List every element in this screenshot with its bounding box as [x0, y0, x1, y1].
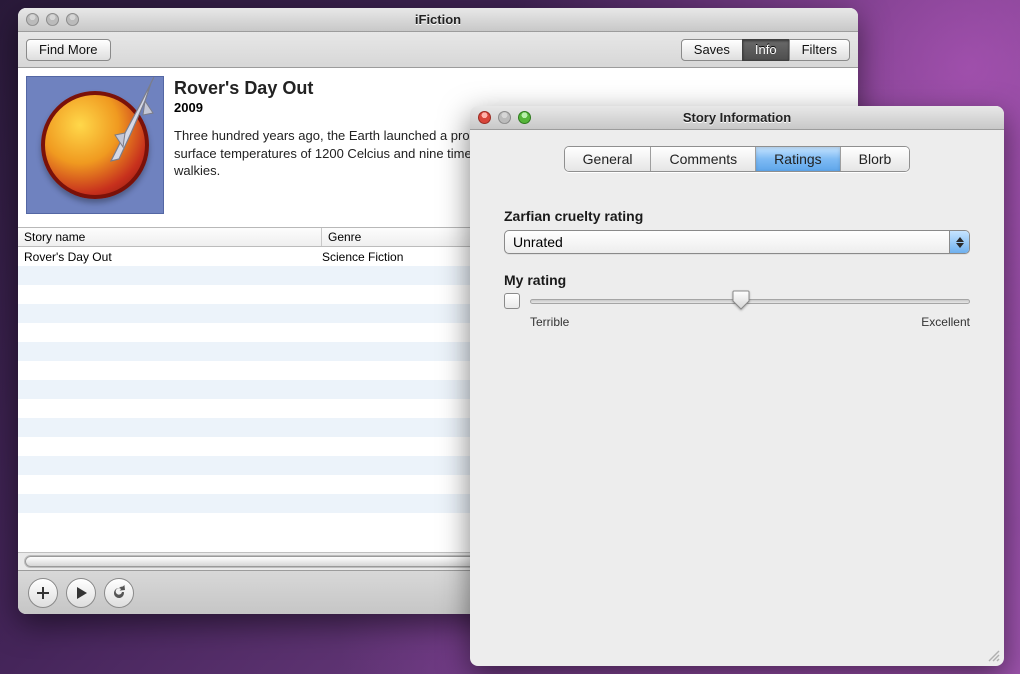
column-header-name[interactable]: Story name	[18, 228, 322, 246]
refresh-icon	[111, 585, 127, 601]
play-button[interactable]	[66, 578, 96, 608]
story-title: Rover's Day Out	[174, 78, 840, 99]
main-toolbar: Find More Saves Info Filters	[18, 32, 858, 68]
minimize-icon[interactable]	[498, 111, 511, 124]
play-icon	[74, 586, 88, 600]
dialog-body: Zarfian cruelty rating Unrated My rating	[470, 172, 1004, 365]
dropdown-arrows-icon	[949, 231, 969, 253]
refresh-button[interactable]	[104, 578, 134, 608]
zoom-icon[interactable]	[518, 111, 531, 124]
my-rating-slider[interactable]	[530, 291, 970, 311]
tab-general[interactable]: General	[565, 147, 652, 171]
add-button[interactable]	[28, 578, 58, 608]
story-info-dialog: Story Information General Comments Ratin…	[470, 106, 1004, 666]
plus-icon	[35, 585, 51, 601]
my-rating-label: My rating	[504, 272, 970, 288]
slider-max-label: Excellent	[921, 315, 970, 329]
close-icon[interactable]	[478, 111, 491, 124]
resize-grip-icon[interactable]	[986, 648, 1000, 662]
cell-story-name: Rover's Day Out	[24, 250, 322, 264]
dialog-titlebar[interactable]: Story Information	[470, 106, 1004, 130]
dialog-traffic-lights	[478, 111, 531, 124]
segment-saves[interactable]: Saves	[681, 39, 743, 61]
minimize-icon[interactable]	[46, 13, 59, 26]
segment-info[interactable]: Info	[742, 39, 790, 61]
slider-thumb[interactable]	[732, 290, 750, 310]
dialog-tabs: General Comments Ratings Blorb	[470, 130, 1004, 172]
zarfian-dropdown[interactable]: Unrated	[504, 230, 970, 254]
tab-ratings[interactable]: Ratings	[756, 147, 840, 171]
story-cover-art	[26, 76, 164, 214]
close-icon[interactable]	[26, 13, 39, 26]
rocket-icon	[101, 76, 161, 173]
slider-min-label: Terrible	[530, 315, 569, 329]
main-titlebar[interactable]: iFiction	[18, 8, 858, 32]
dialog-title: Story Information	[470, 110, 1004, 125]
my-rating-checkbox[interactable]	[504, 293, 520, 309]
tab-blorb[interactable]: Blorb	[841, 147, 910, 171]
view-segment-control: Saves Info Filters	[681, 39, 850, 61]
zarfian-label: Zarfian cruelty rating	[504, 208, 970, 224]
segment-filters[interactable]: Filters	[789, 39, 850, 61]
find-more-button[interactable]: Find More	[26, 39, 111, 61]
traffic-lights	[26, 13, 79, 26]
main-window-title: iFiction	[18, 12, 858, 27]
tab-comments[interactable]: Comments	[651, 147, 756, 171]
zarfian-value: Unrated	[505, 234, 949, 250]
zoom-icon[interactable]	[66, 13, 79, 26]
